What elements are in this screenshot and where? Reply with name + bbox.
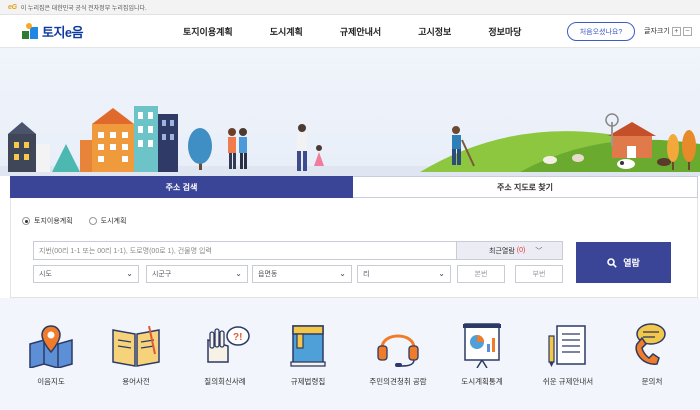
main-nav: 토지이용계획 도시계획 규제안내서 고시정보 정보마당	[183, 15, 558, 48]
quick-item-label: 주민의견청취 공람	[369, 377, 427, 386]
statistics-board-icon	[463, 323, 501, 368]
site-logo[interactable]: 토지e음	[22, 22, 84, 41]
sub-lot-number-input[interactable]: 부번	[515, 265, 563, 283]
quick-item-qna-cases[interactable]: ?! 질의회신사례	[185, 322, 265, 387]
nav-regulation-guide[interactable]: 규제안내서	[340, 25, 381, 38]
radio-urban-plan[interactable]: 도시계획	[88, 216, 127, 226]
question-hand-icon: ?!	[207, 326, 250, 363]
quick-item-label: 용어사전	[122, 377, 150, 386]
quick-item-contact[interactable]: 문의처	[612, 322, 692, 387]
search-type-radios: 토지이용계획 도시계획	[22, 216, 142, 226]
document-pen-icon	[548, 325, 586, 367]
address-input[interactable]: 지번(00리 1-1 또는 00리 1-1), 도로명(00로 1), 건물명 …	[33, 241, 457, 260]
book-icon	[112, 325, 160, 367]
font-size-control: 글자크기 + −	[644, 26, 692, 36]
select-sigungu-value: 시군구	[152, 271, 172, 278]
chevron-down-icon: ⌄	[438, 269, 445, 278]
quick-item-label: 이음지도	[37, 377, 65, 386]
main-lot-number-input[interactable]: 본번	[457, 265, 505, 283]
quick-item-label: 쉬운 규제안내서	[542, 377, 594, 386]
quick-item-label: 질의회신사례	[204, 377, 246, 386]
select-eupmyeondong[interactable]: 읍면동 ⌄	[252, 265, 352, 283]
svg-text:?!: ?!	[233, 332, 242, 343]
font-decrease-button[interactable]: −	[682, 26, 692, 36]
first-visit-button[interactable]: 처음오셨나요?	[567, 22, 635, 41]
select-sigungu[interactable]: 시군구 ⌄	[146, 265, 248, 283]
logo-text: 토지e음	[42, 25, 84, 40]
gov-banner: eG 이 누리집은 대한민국 공식 전자정부 누리집입니다.	[0, 0, 700, 15]
quick-item-regulation-laws[interactable]: 규제법령집	[268, 322, 348, 387]
radio-unchecked-icon	[88, 217, 97, 225]
quick-item-urban-statistics[interactable]: 도시계획통계	[442, 322, 522, 387]
landscape-illustration	[0, 106, 700, 176]
tab-map-search[interactable]: 주소 지도로 찾기	[353, 176, 698, 198]
quick-item-label: 도시계획통계	[461, 377, 503, 386]
quick-item-public-hearing[interactable]: 주민의견청취 공람	[358, 322, 438, 387]
phone-chat-icon	[635, 323, 666, 365]
rulebook-icon	[290, 325, 326, 367]
font-increase-button[interactable]: +	[671, 26, 681, 36]
select-sido[interactable]: 시도 ⌄	[33, 265, 139, 283]
radio-checked-icon	[22, 217, 30, 225]
view-button[interactable]: 열람	[576, 242, 671, 283]
hero-illustration	[0, 48, 700, 176]
map-pin-icon	[29, 325, 73, 368]
logo-mark-icon	[22, 23, 39, 40]
radio-urban-plan-label: 도시계획	[100, 218, 127, 225]
quick-item-label: 규제법령집	[290, 377, 326, 386]
gov-banner-text: 이 누리집은 대한민국 공식 전자정부 누리집입니다.	[20, 5, 147, 12]
search-tabs: 주소 검색 주소 지도로 찾기	[10, 176, 698, 203]
chevron-down-icon: ⌄	[126, 269, 133, 278]
select-sido-value: 시도	[39, 271, 52, 278]
site-header: 토지e음 토지이용계획 도시계획 규제안내서 고시정보 정보마당 처음오셨나요?…	[0, 15, 700, 48]
nav-info-plaza[interactable]: 정보마당	[488, 25, 521, 38]
font-size-label: 글자크기	[644, 28, 670, 35]
nav-notice-info[interactable]: 고시정보	[418, 25, 451, 38]
quick-item-label: 문의처	[641, 377, 663, 386]
recent-view-label: 최근열람	[489, 247, 515, 255]
search-icon	[607, 257, 617, 268]
recent-view-dropdown[interactable]: 최근열람 (0) ﹀	[457, 241, 563, 260]
radio-land-use-label: 토지이용계획	[34, 218, 73, 225]
nav-land-use-plan[interactable]: 토지이용계획	[183, 25, 233, 38]
quick-item-easy-regulation-guide[interactable]: 쉬운 규제안내서	[528, 322, 608, 387]
quick-item-eum-map[interactable]: 이음지도	[11, 322, 91, 387]
view-button-label: 열람	[623, 258, 640, 268]
quick-item-glossary[interactable]: 용어사전	[96, 322, 176, 387]
chevron-down-icon: ⌄	[339, 269, 346, 278]
select-ri[interactable]: 리 ⌄	[357, 265, 451, 283]
chevron-down-icon: ﹀	[535, 247, 543, 255]
nav-urban-plan[interactable]: 도시계획	[270, 25, 303, 38]
recent-view-count: (0)	[516, 247, 526, 254]
radio-land-use[interactable]: 토지이용계획	[22, 216, 73, 226]
tab-address-search[interactable]: 주소 검색	[10, 176, 353, 203]
headset-icon	[377, 334, 419, 367]
select-eupmyeondong-value: 읍면동	[258, 271, 278, 278]
select-ri-value: 리	[363, 271, 370, 278]
chevron-down-icon: ⌄	[235, 269, 242, 278]
egov-logo: eG	[8, 3, 17, 11]
